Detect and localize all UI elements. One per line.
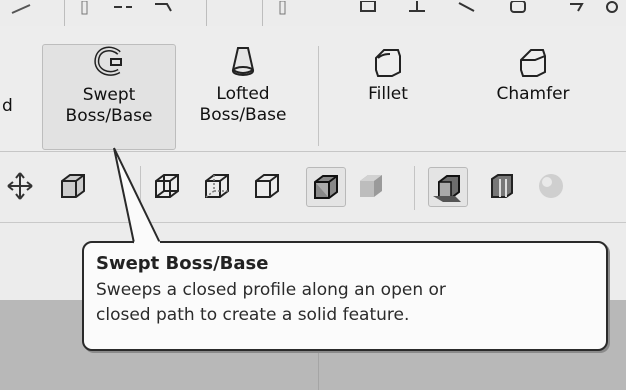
command-label-line2: Boss/Base bbox=[199, 105, 287, 125]
partial-toolbar-icon[interactable] bbox=[406, 1, 428, 15]
command-label-line2: Boss/Base bbox=[65, 106, 153, 126]
toolbar-separator bbox=[206, 0, 207, 26]
lofted-boss-base-button[interactable]: Lofted Boss/Base bbox=[186, 44, 300, 148]
appearance-icon[interactable] bbox=[534, 169, 568, 203]
command-label-line1: Fillet bbox=[368, 84, 408, 104]
toolbar-separator bbox=[140, 166, 141, 210]
partial-toolbar-icon[interactable] bbox=[358, 1, 380, 15]
shaded-with-edges-icon bbox=[314, 175, 338, 199]
wireframe-icon[interactable] bbox=[150, 169, 184, 203]
partial-toolbar-icon[interactable] bbox=[152, 1, 174, 15]
swept-boss-base-button[interactable]: Swept Boss/Base bbox=[42, 44, 176, 150]
top-toolbar-strip bbox=[0, 0, 626, 27]
ribbon-separator bbox=[318, 46, 319, 146]
partial-toolbar-icon[interactable] bbox=[456, 1, 478, 15]
partial-toolbar-icon[interactable] bbox=[112, 1, 134, 15]
features-ribbon: d Swept Boss/Base Lofted Boss/Base Fille… bbox=[0, 26, 626, 152]
shaded-icon[interactable] bbox=[354, 169, 388, 203]
lofted-boss-icon bbox=[231, 47, 255, 76]
partial-grip-icon bbox=[81, 1, 88, 15]
partial-toolbar-icon[interactable] bbox=[10, 1, 32, 15]
hidden-lines-visible-icon[interactable] bbox=[200, 169, 234, 203]
section-view-icon bbox=[433, 175, 461, 202]
fillet-icon bbox=[375, 49, 401, 77]
tooltip-description-line2: closed path to create a solid feature. bbox=[96, 305, 410, 325]
hidden-lines-removed-icon[interactable] bbox=[250, 169, 284, 203]
command-tooltip: Swept Boss/Base Sweeps a closed profile … bbox=[82, 241, 608, 351]
tooltip-description-line1: Sweeps a closed profile along an open or bbox=[96, 280, 446, 300]
chamfer-icon bbox=[520, 49, 546, 77]
chamfer-button[interactable]: Chamfer bbox=[478, 44, 588, 148]
partial-toolbar-icon[interactable] bbox=[604, 1, 626, 15]
view-toolbar bbox=[0, 152, 626, 223]
toolbar-separator bbox=[64, 0, 65, 26]
command-label-line1: Chamfer bbox=[496, 84, 570, 104]
section-view-button[interactable] bbox=[428, 167, 468, 207]
partial-command-label[interactable]: d bbox=[2, 96, 13, 116]
fillet-button[interactable]: Fillet bbox=[344, 44, 432, 148]
partial-grip-icon bbox=[279, 1, 286, 15]
swept-boss-icon bbox=[94, 46, 122, 76]
command-label-line1: Swept bbox=[82, 85, 136, 105]
shaded-with-edges-button[interactable] bbox=[306, 167, 346, 207]
toolbar-separator bbox=[262, 0, 263, 26]
view-orientation-icon[interactable] bbox=[56, 169, 90, 203]
partial-toolbar-icon[interactable] bbox=[566, 1, 588, 15]
pan-icon[interactable] bbox=[6, 169, 34, 203]
tooltip-title: Swept Boss/Base bbox=[96, 253, 269, 274]
partial-toolbar-icon[interactable] bbox=[508, 1, 530, 15]
display-style-icon[interactable] bbox=[486, 169, 520, 203]
toolbar-separator bbox=[414, 166, 415, 210]
command-label-line1: Lofted bbox=[216, 84, 270, 104]
